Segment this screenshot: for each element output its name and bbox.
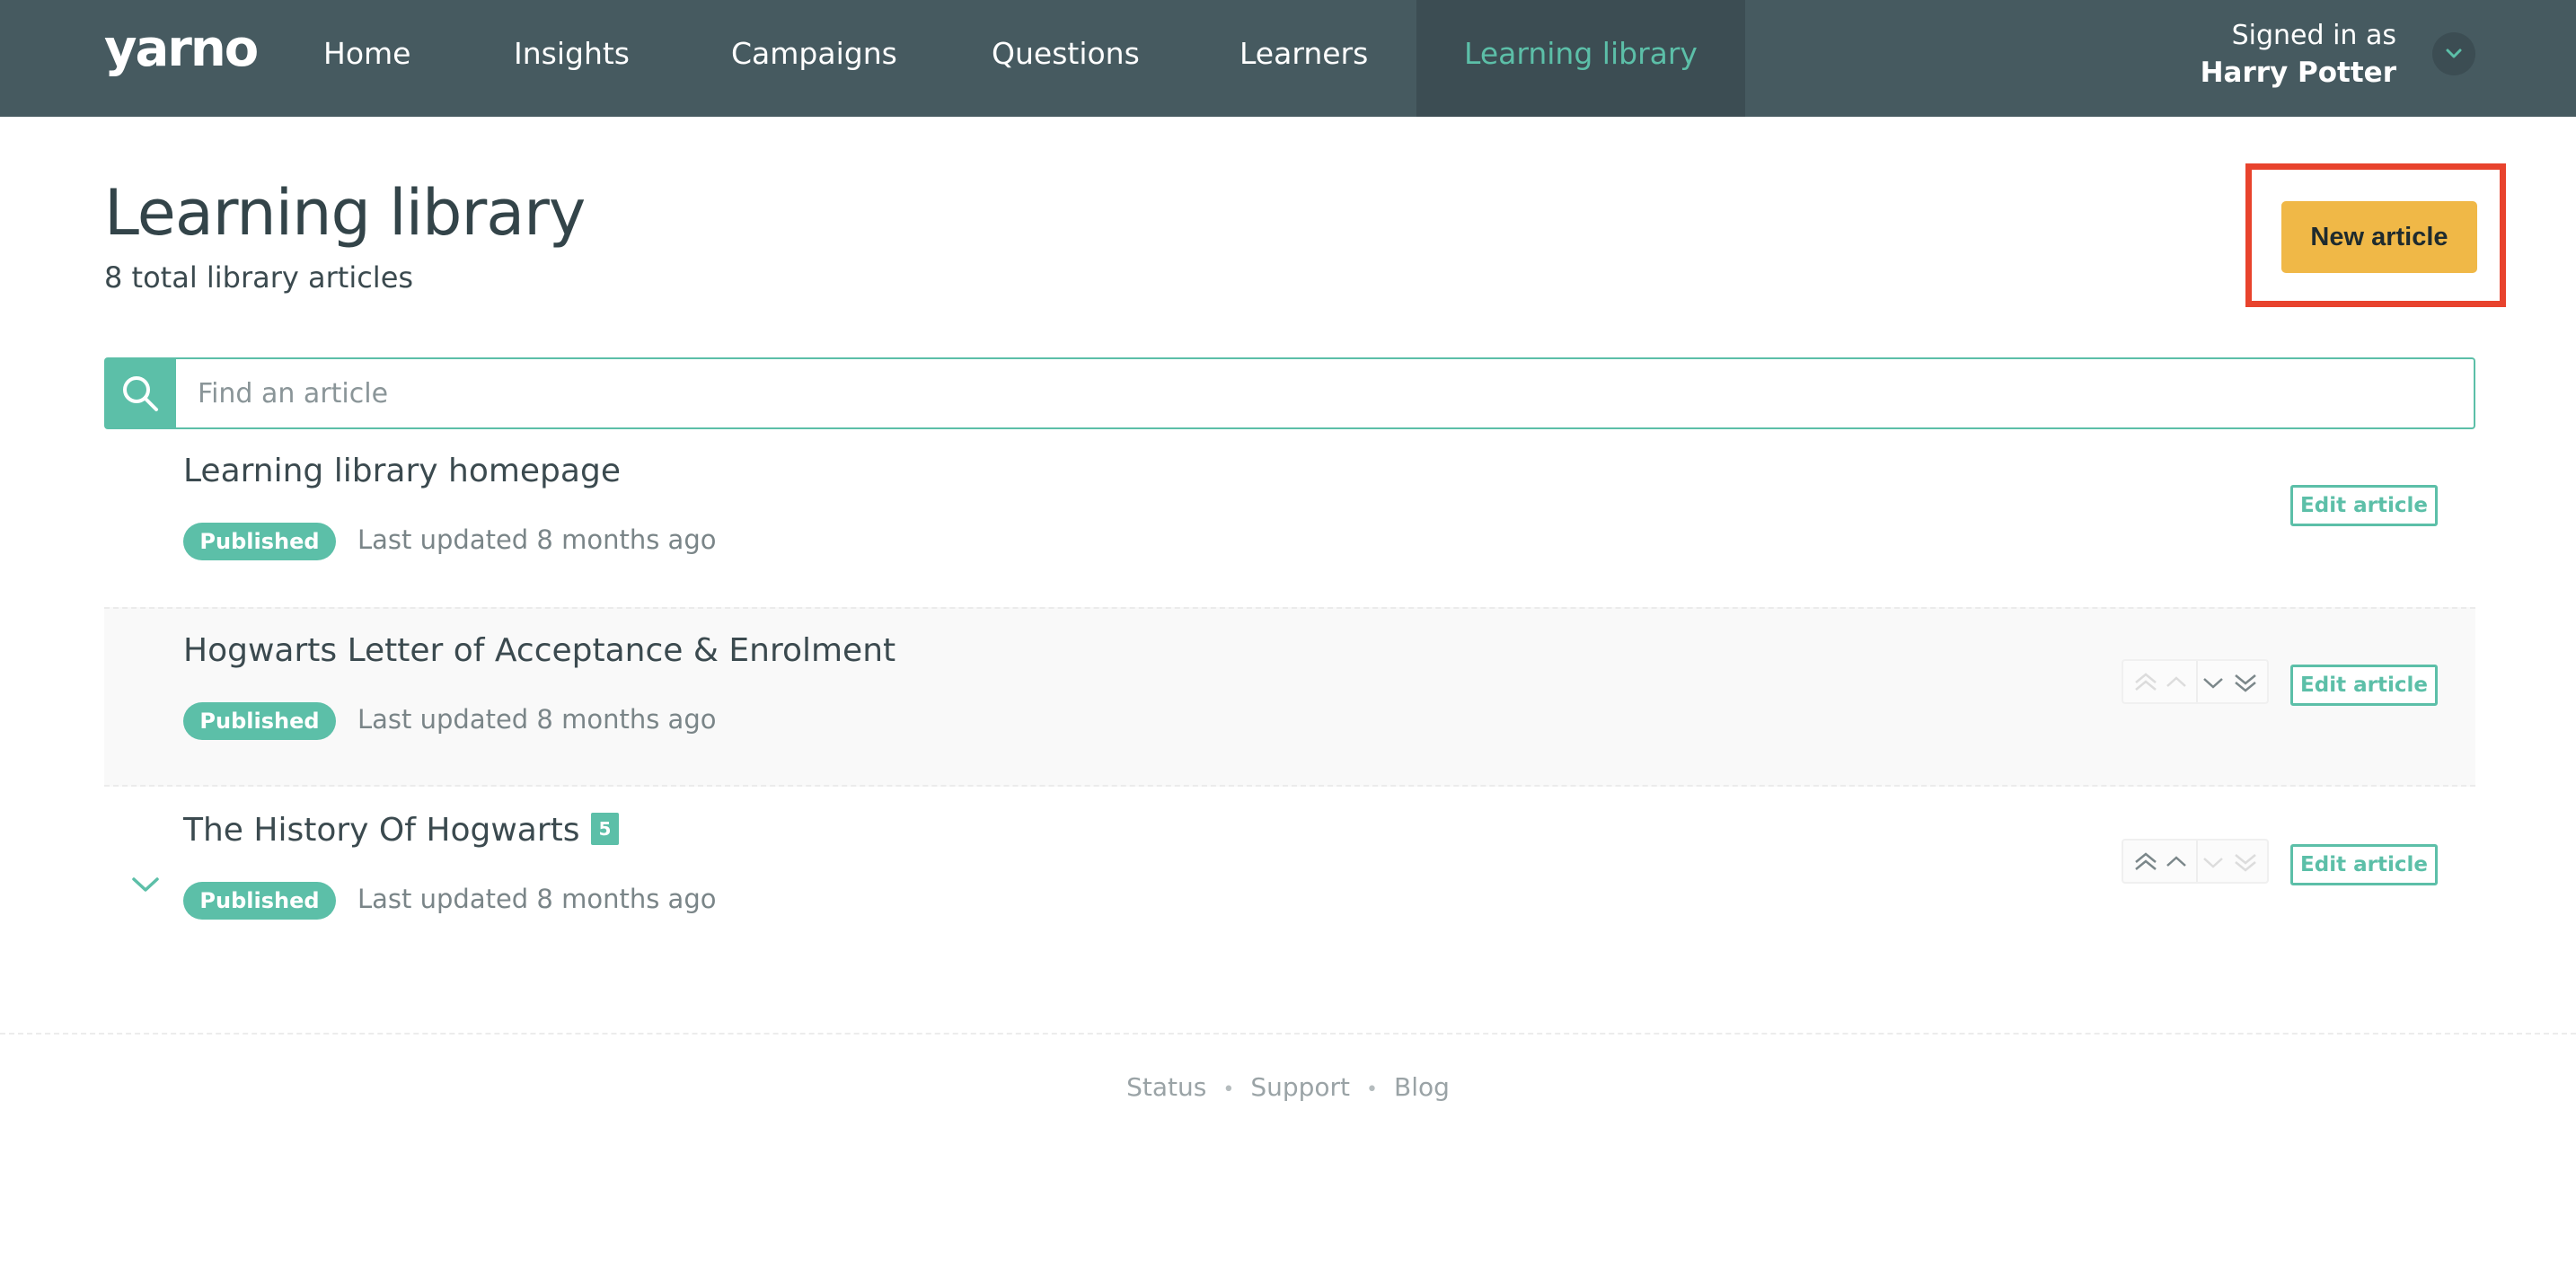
- reorder-controls: [2122, 659, 2269, 704]
- edit-article-button[interactable]: Edit article: [2290, 485, 2438, 526]
- article-row: The History Of Hogwarts 5 Published Last …: [104, 788, 2475, 968]
- article-row: Learning library homepage Published Last…: [104, 429, 2475, 609]
- footer-separator: •: [1222, 1079, 1235, 1101]
- last-updated-text: Last updated 8 months ago: [357, 524, 717, 555]
- double-chevron-down-icon: [2235, 854, 2256, 872]
- footer-link-status[interactable]: Status: [1126, 1072, 1206, 1102]
- chevron-up-icon: [2166, 856, 2186, 867]
- footer-link-support[interactable]: Support: [1250, 1072, 1350, 1102]
- article-title[interactable]: Hogwarts Letter of Acceptance & Enrolmen…: [183, 632, 895, 669]
- edit-article-button[interactable]: Edit article: [2290, 665, 2438, 706]
- chevron-down-icon: [2203, 678, 2223, 689]
- status-badge: Published: [183, 523, 336, 560]
- chevron-down-icon: [2446, 48, 2462, 58]
- reorder-controls: [2122, 839, 2269, 884]
- footer-link-blog[interactable]: Blog: [1394, 1072, 1450, 1102]
- move-down-controls[interactable]: [2196, 841, 2269, 882]
- search-input[interactable]: [176, 357, 2475, 429]
- move-down-controls[interactable]: [2196, 661, 2269, 702]
- search-button[interactable]: [104, 357, 176, 429]
- status-badge: Published: [183, 702, 336, 740]
- nav-item-home[interactable]: Home: [323, 0, 410, 117]
- edit-article-button[interactable]: Edit article: [2290, 844, 2438, 885]
- last-updated-text: Last updated 8 months ago: [357, 884, 717, 914]
- new-article-button[interactable]: New article: [2281, 201, 2477, 273]
- nav-item-learners[interactable]: Learners: [1239, 0, 1368, 117]
- footer-separator: •: [1366, 1079, 1378, 1101]
- nav-item-questions[interactable]: Questions: [992, 0, 1140, 117]
- double-chevron-up-icon: [2135, 673, 2157, 691]
- chevron-down-icon: [2203, 858, 2223, 868]
- chevron-up-icon: [2166, 676, 2186, 687]
- page-title: Learning library: [104, 176, 586, 250]
- yarno-logo[interactable]: yarno: [104, 20, 259, 78]
- nav-item-campaigns[interactable]: Campaigns: [731, 0, 897, 117]
- footer: Status • Support • Blog: [0, 1033, 2576, 1124]
- child-count-badge: 5: [590, 813, 620, 845]
- signed-in-label: Signed in as: [2231, 20, 2396, 51]
- footer-links: Status • Support • Blog: [0, 1072, 2576, 1102]
- article-count: 8 total library articles: [104, 260, 414, 295]
- user-name[interactable]: Harry Potter: [2201, 54, 2396, 92]
- top-navigation: yarno Home Insights Campaigns Questions …: [0, 0, 2576, 117]
- nav-item-insights[interactable]: Insights: [514, 0, 630, 117]
- article-title-text: The History Of Hogwarts: [183, 812, 580, 849]
- article-row: Hogwarts Letter of Acceptance & Enrolmen…: [104, 607, 2475, 787]
- move-up-controls[interactable]: [2123, 661, 2198, 702]
- status-badge: Published: [183, 882, 336, 920]
- move-up-controls[interactable]: [2123, 841, 2198, 882]
- user-menu-button[interactable]: [2432, 32, 2475, 75]
- article-title[interactable]: Learning library homepage: [183, 453, 621, 489]
- expand-chevron-icon[interactable]: [129, 873, 162, 896]
- article-title[interactable]: The History Of Hogwarts 5: [183, 812, 620, 849]
- last-updated-text: Last updated 8 months ago: [357, 704, 717, 735]
- signed-in-info: Signed in as Harry Potter: [2201, 18, 2396, 92]
- nav-item-learning-library[interactable]: Learning library: [1416, 0, 1745, 117]
- double-chevron-down-icon: [2235, 674, 2256, 692]
- double-chevron-up-icon: [2135, 852, 2157, 870]
- search-icon: [123, 376, 158, 411]
